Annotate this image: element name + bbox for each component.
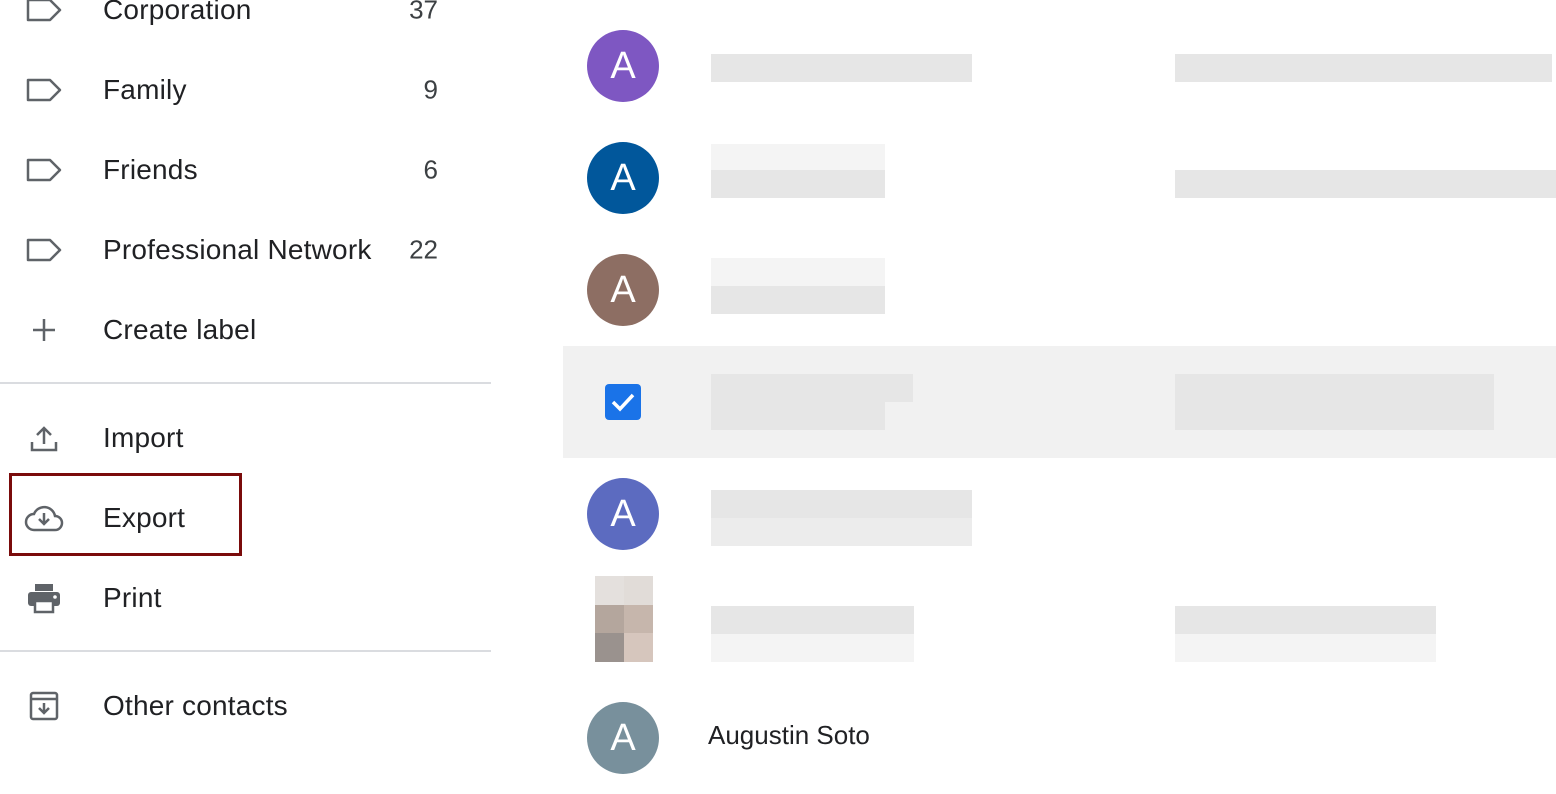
print-button[interactable]: Print (0, 568, 470, 628)
create-label-button[interactable]: Create label (0, 300, 470, 360)
avatar: A (587, 254, 659, 326)
contact-row[interactable]: A (563, 458, 1556, 570)
contact-row[interactable]: A (563, 10, 1556, 122)
sidebar-item-professional-network[interactable]: Professional Network 22 (0, 220, 470, 280)
upload-icon (24, 418, 64, 458)
sidebar-item-corporation[interactable]: Corporation 37 (0, 0, 470, 40)
label-count: 6 (423, 154, 438, 185)
checkmark-icon (611, 393, 635, 412)
label-icon (24, 230, 64, 270)
contact-row[interactable] (563, 570, 1556, 682)
redacted-name (711, 170, 885, 198)
redacted-email (1175, 606, 1436, 634)
contact-photo (595, 576, 653, 662)
print-label: Print (103, 582, 162, 613)
sidebar-item-label: Friends (103, 154, 198, 185)
contact-row[interactable]: A Augustin Soto (563, 682, 1556, 794)
sidebar-item-label: Corporation (103, 0, 252, 25)
plus-icon (24, 310, 64, 350)
avatar: A (587, 478, 659, 550)
avatar: A (587, 142, 659, 214)
import-label: Import (103, 422, 184, 453)
label-count: 37 (409, 0, 438, 25)
redacted-email (1175, 170, 1556, 198)
contact-row[interactable]: A (563, 234, 1556, 346)
other-contacts-button[interactable]: Other contacts (0, 676, 470, 736)
sidebar-item-friends[interactable]: Friends 6 (0, 140, 470, 200)
redacted-name (711, 374, 913, 402)
redacted-name (711, 54, 972, 82)
redacted-email (1175, 374, 1494, 402)
other-contacts-label: Other contacts (103, 690, 288, 721)
cloud-download-icon (24, 498, 64, 538)
contact-row-selected[interactable] (563, 346, 1556, 458)
redacted-name (711, 606, 914, 634)
redacted-name (711, 144, 885, 170)
archive-download-icon (24, 686, 64, 726)
export-label: Export (103, 502, 186, 533)
redacted-name (711, 490, 972, 518)
redacted-name (711, 286, 885, 314)
contact-row[interactable]: A (563, 122, 1556, 234)
sidebar-item-label: Professional Network (103, 234, 372, 265)
contacts-list: A A A A A Augustin Soto (563, 0, 1556, 774)
export-button[interactable]: Export (0, 488, 470, 548)
redacted-name (711, 402, 885, 430)
redacted-name (711, 518, 972, 546)
import-button[interactable]: Import (0, 408, 470, 468)
printer-icon (24, 578, 64, 618)
avatar: A (587, 702, 659, 774)
divider (0, 382, 491, 384)
redacted-email (1175, 54, 1552, 82)
avatar: A (587, 30, 659, 102)
redacted-name (711, 634, 914, 662)
divider (0, 650, 491, 652)
label-icon (24, 150, 64, 190)
label-count: 9 (423, 74, 438, 105)
sidebar: Corporation 37 Family 9 Friends 6 Profes… (0, 0, 491, 736)
sidebar-item-family[interactable]: Family 9 (0, 60, 470, 120)
label-icon (24, 0, 64, 30)
redacted-email (1175, 402, 1494, 430)
contact-checkbox[interactable] (605, 384, 641, 420)
redacted-email (1175, 634, 1436, 662)
redacted-name (711, 258, 885, 286)
label-icon (24, 70, 64, 110)
label-count: 22 (409, 234, 438, 265)
create-label-text: Create label (103, 314, 257, 345)
sidebar-item-label: Family (103, 74, 187, 105)
